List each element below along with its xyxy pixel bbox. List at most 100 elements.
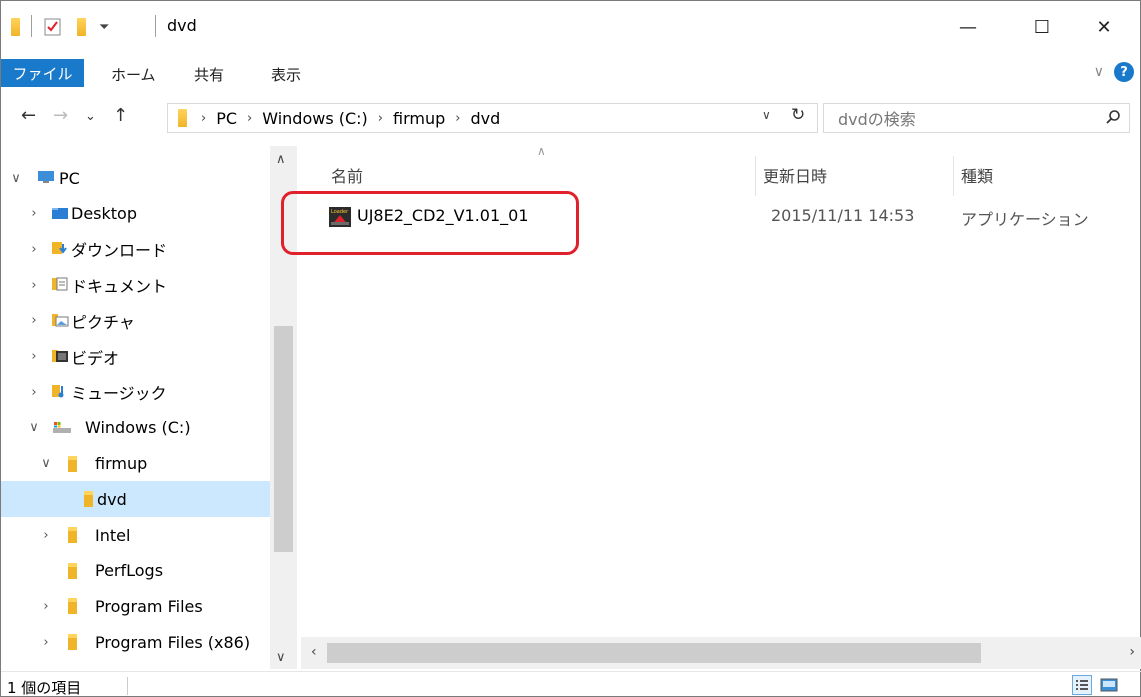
breadcrumb-dvd[interactable]: dvd: [470, 109, 500, 128]
chevron-right-icon[interactable]: ›: [39, 528, 53, 543]
chevron-down-icon[interactable]: ∨: [9, 171, 23, 186]
chevron-right-icon[interactable]: ›: [27, 278, 41, 293]
navigation-pane: ∨ PC › Desktop › ダウンロード › ドキュメント › ピクチャ › ビデオ › ミュージッ…: [1, 146, 297, 669]
highlight-annotation: [281, 191, 579, 255]
sidebar-item-label: ビデオ: [71, 348, 120, 368]
column-header-type[interactable]: 種類: [961, 163, 993, 187]
search-icon[interactable]: [1105, 109, 1121, 129]
downloads-folder-icon: [51, 240, 67, 256]
tab-home[interactable]: ホーム: [111, 64, 156, 85]
back-button[interactable]: ←: [21, 105, 36, 126]
music-folder-icon: [51, 383, 67, 399]
drive-icon: [51, 419, 71, 435]
sidebar-item[interactable]: › Intel: [1, 517, 270, 553]
breadcrumb-windows-c[interactable]: Windows (C:): [262, 109, 368, 128]
scroll-thumb[interactable]: [274, 326, 293, 552]
close-button[interactable]: ✕: [1081, 9, 1127, 45]
folder-icon: [67, 633, 83, 651]
sidebar-item-label: Intel: [95, 525, 131, 545]
address-row: ← → ⌄ ↑ › PC › Windows (C:) › firmup › d…: [1, 96, 1141, 140]
ribbon-tabs: ファイル ホーム 共有 表示 ∨ ?: [1, 59, 1141, 89]
tab-file[interactable]: ファイル: [1, 59, 84, 87]
large-icons-view-icon[interactable]: [1099, 675, 1119, 695]
details-view-icon[interactable]: [1072, 675, 1092, 695]
scroll-right-button[interactable]: ›: [1129, 644, 1135, 660]
chevron-right-icon[interactable]: ›: [39, 635, 53, 650]
sidebar-item[interactable]: › ピクチャ: [1, 303, 270, 339]
chevron-down-icon[interactable]: ∨: [27, 420, 41, 435]
scroll-down-button[interactable]: ∨: [276, 650, 286, 665]
scroll-thumb[interactable]: [327, 643, 981, 663]
sidebar-item-label: Windows (C:): [85, 418, 191, 438]
sidebar-item-label: PerfLogs: [95, 561, 164, 581]
column-header-name[interactable]: 名前: [331, 163, 363, 187]
sidebar-item[interactable]: › ビデオ: [1, 339, 270, 375]
sidebar-item-label: ドキュメント: [71, 277, 168, 297]
tab-share[interactable]: 共有: [194, 64, 224, 85]
pc-icon: [37, 169, 54, 185]
status-bar: 1 個の項目: [1, 671, 1141, 697]
item-count: 1 個の項目: [7, 679, 82, 697]
forward-button[interactable]: →: [53, 105, 68, 126]
tab-view[interactable]: 表示: [271, 64, 301, 85]
sidebar-item[interactable]: dvd: [1, 481, 270, 518]
help-icon[interactable]: ?: [1114, 62, 1134, 82]
recent-locations-button[interactable]: ⌄: [85, 109, 96, 124]
sort-indicator-icon: ∧: [537, 144, 546, 158]
sidebar-item[interactable]: PerfLogs: [1, 553, 270, 589]
maximize-button[interactable]: ☐: [1019, 9, 1065, 45]
search-placeholder: dvdの検索: [838, 110, 916, 129]
sidebar-item[interactable]: › Desktop: [1, 196, 270, 232]
documents-folder-icon: [51, 276, 68, 292]
sidebar-item[interactable]: ∨ PC: [1, 160, 270, 196]
chevron-down-icon[interactable]: ∨: [39, 456, 53, 471]
sidebar-item-label: Program Files (x86): [95, 632, 251, 652]
sidebar-item-label: firmup: [95, 454, 148, 474]
scroll-up-button[interactable]: ∧: [276, 152, 286, 167]
folder-icon: [67, 526, 83, 543]
minimize-button[interactable]: —: [945, 9, 991, 45]
sidebar-item-label: ピクチャ: [71, 312, 135, 332]
sidebar-item[interactable]: › ダウンロード: [1, 231, 270, 267]
up-button[interactable]: ↑: [113, 105, 128, 126]
folder-icon: [67, 597, 83, 615]
folder-icon: [67, 562, 83, 579]
customize-quick-access-icon[interactable]: ⏷: [99, 15, 109, 39]
refresh-button[interactable]: ↻: [791, 105, 805, 125]
address-dropdown-button[interactable]: ∨: [762, 108, 771, 122]
chevron-right-icon[interactable]: ›: [27, 206, 41, 221]
sidebar-item-label: PC: [59, 168, 80, 188]
sidebar-item[interactable]: ∨ Windows (C:): [1, 410, 270, 446]
column-header-modified[interactable]: 更新日時: [763, 163, 827, 187]
desktop-folder-icon: [51, 205, 68, 221]
search-input[interactable]: dvdの検索: [823, 103, 1130, 133]
explorer-window: ⏷ dvd — ☐ ✕ ファイル ホーム 共有 表示 ∨ ? ← → ⌄ ↑ ›…: [0, 0, 1141, 697]
folder-icon: [11, 15, 20, 39]
chevron-right-icon[interactable]: ›: [27, 313, 41, 328]
sidebar-item-label: Desktop: [71, 204, 137, 224]
sidebar-item-label: dvd: [97, 489, 127, 509]
breadcrumb-pc[interactable]: PC: [216, 109, 237, 128]
chevron-right-icon[interactable]: ›: [27, 349, 41, 364]
sidebar-item[interactable]: › Program Files (x86): [1, 624, 270, 660]
videos-folder-icon: [51, 348, 68, 364]
file-type: アプリケーション: [961, 210, 1089, 229]
sidebar-item[interactable]: › Program Files: [1, 588, 270, 624]
breadcrumb-firmup[interactable]: firmup: [393, 109, 445, 128]
pictures-folder-icon: [51, 312, 69, 328]
window-title: dvd: [167, 16, 197, 35]
sidebar-item[interactable]: › ミュージック: [1, 374, 270, 410]
chevron-right-icon[interactable]: ›: [27, 385, 41, 400]
sidebar-item[interactable]: › ドキュメント: [1, 267, 270, 303]
sidebar-item-label: ミュージック: [71, 384, 167, 404]
address-bar[interactable]: › PC › Windows (C:) › firmup › dvd: [167, 103, 818, 133]
sidebar-item-label: Program Files: [95, 596, 203, 616]
properties-check-icon[interactable]: [43, 15, 63, 39]
scroll-left-button[interactable]: ‹: [311, 644, 317, 660]
sidebar-item[interactable]: ∨ firmup: [1, 446, 270, 482]
new-folder-icon[interactable]: [77, 15, 86, 39]
chevron-right-icon[interactable]: ›: [39, 599, 53, 614]
content-horizontal-scrollbar[interactable]: ‹ ›: [301, 637, 1141, 669]
chevron-right-icon[interactable]: ›: [27, 242, 41, 257]
expand-ribbon-icon[interactable]: ∨: [1094, 64, 1104, 80]
